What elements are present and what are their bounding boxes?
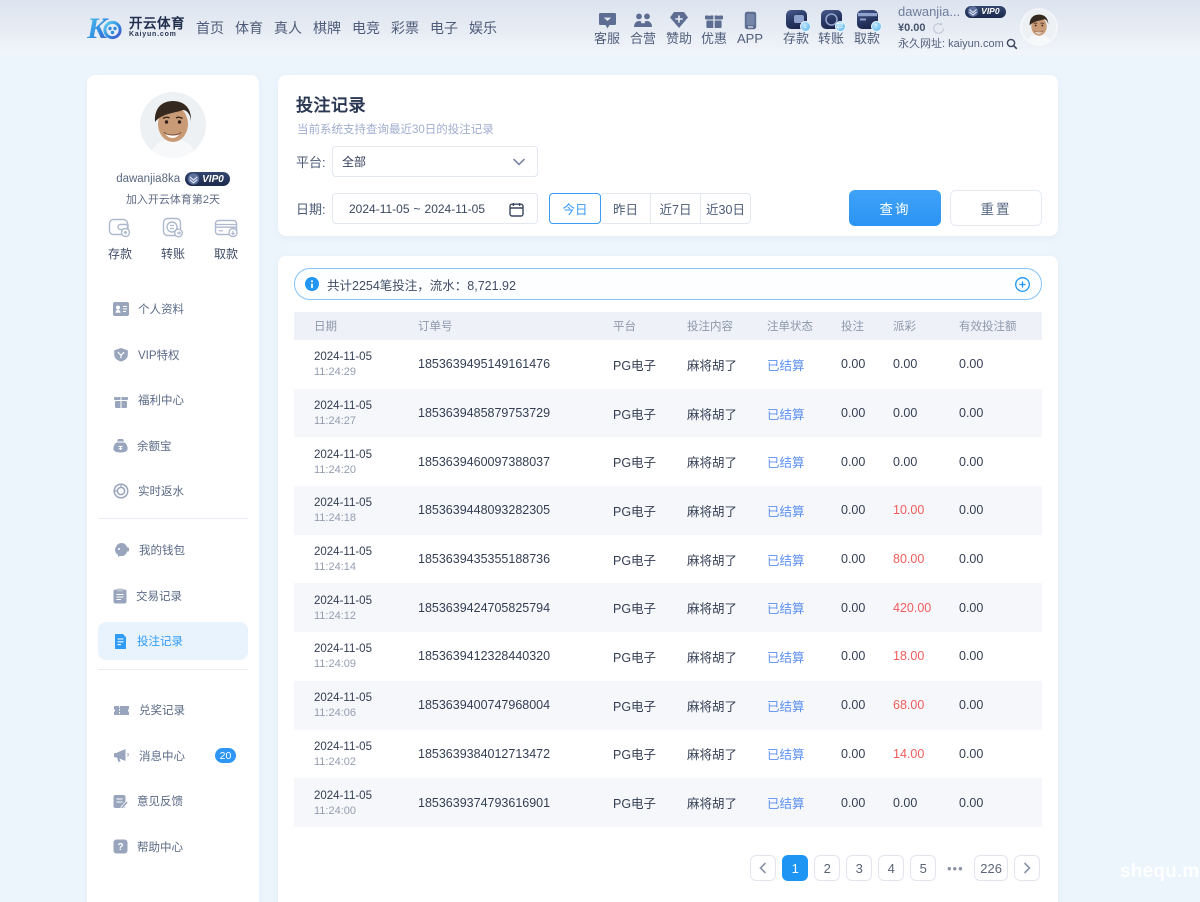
svg-text:?: ? [117, 842, 123, 853]
